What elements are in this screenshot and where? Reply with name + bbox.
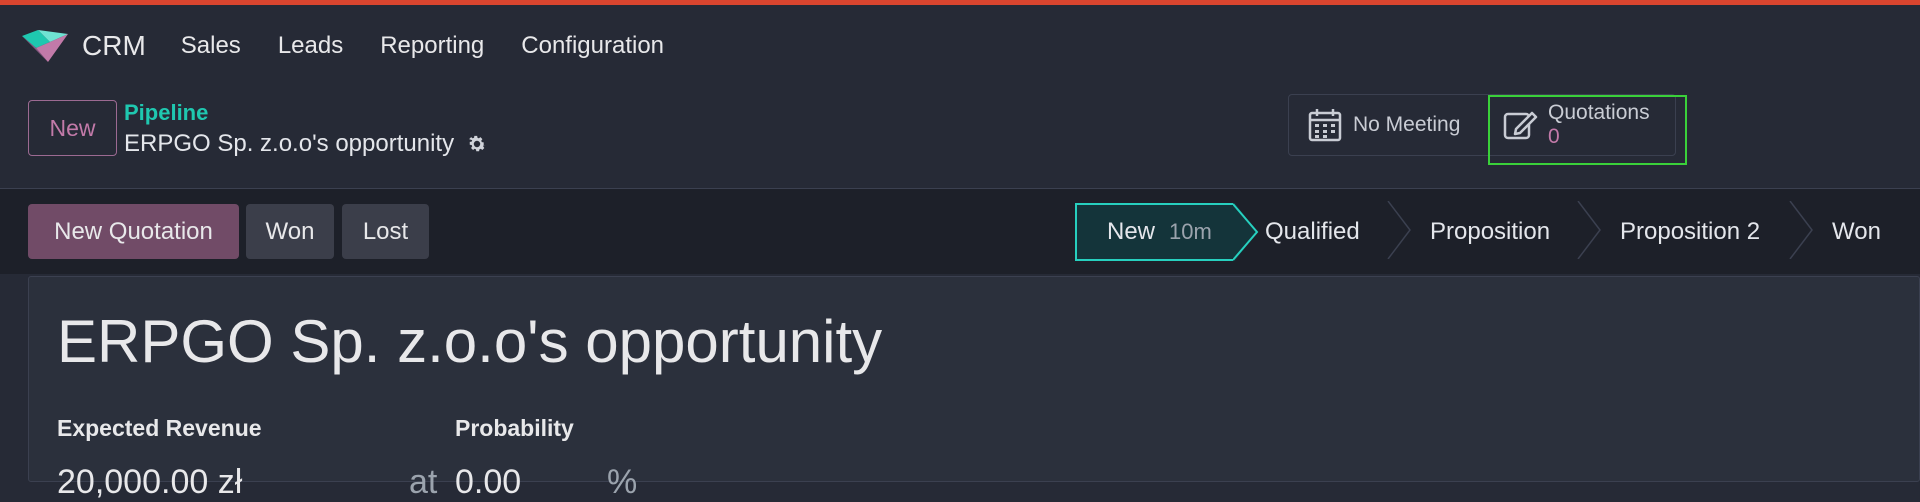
quotations-count: 0 (1548, 125, 1560, 148)
main-navbar: CRM Sales Leads Reporting Configuration (0, 5, 1920, 86)
breadcrumb-current: ERPGO Sp. z.o.o's opportunity (124, 130, 488, 158)
stage-proposition-label: Proposition (1430, 218, 1551, 245)
smart-buttons: No Meeting Quotations 0 (1288, 94, 1676, 156)
breadcrumb-record-title: ERPGO Sp. z.o.o's opportunity (124, 130, 455, 157)
stage-won[interactable]: Won (1802, 203, 1920, 261)
stage-duration: 10m (1169, 219, 1212, 244)
meeting-smart-button[interactable]: No Meeting (1289, 95, 1489, 155)
stage-proposition[interactable]: Proposition (1400, 201, 1601, 261)
status-bar: New Quotation Won Lost New 10m Qualified… (0, 189, 1920, 274)
probability-input[interactable]: 0.00 (455, 463, 521, 502)
nav-configuration[interactable]: Configuration (521, 32, 664, 60)
quotations-text: Quotations 0 (1548, 101, 1650, 149)
stage-new[interactable]: New 10m (1075, 203, 1259, 261)
mark-lost-button[interactable]: Lost (342, 204, 429, 259)
new-quotation-button[interactable]: New Quotation (28, 204, 239, 259)
stage-qualified[interactable]: Qualified (1235, 201, 1411, 261)
nav-reporting[interactable]: Reporting (380, 32, 484, 60)
app-name[interactable]: CRM (82, 30, 146, 62)
stage-proposition-2-label: Proposition 2 (1620, 218, 1761, 245)
quotations-smart-button[interactable]: Quotations 0 (1489, 95, 1675, 155)
crm-logo-icon[interactable] (20, 28, 70, 64)
nav-leads[interactable]: Leads (278, 32, 343, 60)
form-sheet: ERPGO Sp. z.o.o's opportunity Expected R… (28, 276, 1920, 501)
probability-label: Probability (455, 415, 574, 441)
percent-symbol: % (607, 463, 638, 501)
control-panel: New Pipeline ERPGO Sp. z.o.o's opportuni… (0, 86, 1920, 189)
stage-won-label: Won (1832, 218, 1881, 245)
at-label: at (409, 463, 438, 501)
meeting-label: No Meeting (1353, 113, 1461, 136)
stage-pipeline: New 10m Qualified Proposition Propositio… (1075, 201, 1920, 261)
expected-revenue-input[interactable]: 20,000.00 zł (57, 463, 242, 502)
opportunity-name-field[interactable]: ERPGO Sp. z.o.o's opportunity (57, 307, 882, 376)
gear-icon[interactable] (466, 133, 488, 155)
mark-won-button[interactable]: Won (246, 204, 334, 259)
new-record-button[interactable]: New (28, 100, 117, 156)
edit-icon (1503, 111, 1538, 140)
expected-revenue-label: Expected Revenue (57, 415, 262, 441)
quotations-label: Quotations (1548, 101, 1650, 124)
stage-new-label: New (1107, 218, 1156, 245)
nav-sales[interactable]: Sales (181, 32, 241, 60)
stage-qualified-label: Qualified (1265, 218, 1360, 245)
stage-proposition-2[interactable]: Proposition 2 (1590, 201, 1813, 261)
calendar-icon (1308, 109, 1342, 142)
breadcrumb-pipeline-link[interactable]: Pipeline (124, 100, 208, 126)
